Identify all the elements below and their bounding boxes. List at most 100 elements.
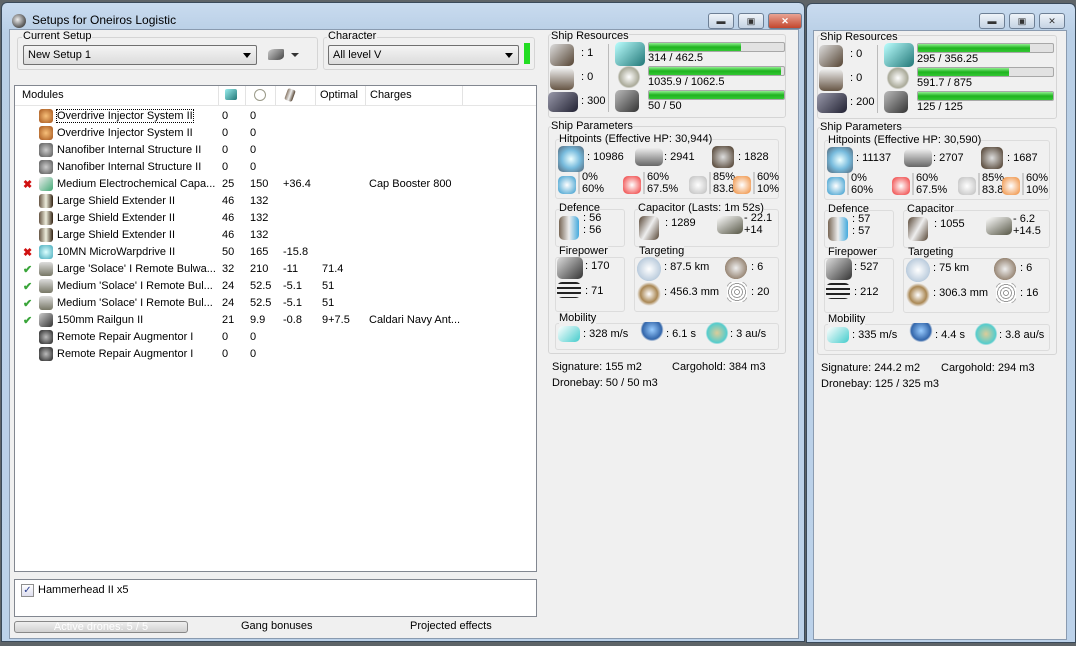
hitpoints-title: Hitpoints (Effective HP: 30,944) xyxy=(559,133,713,145)
mobility-warp: : 3.8 au/s xyxy=(999,329,1045,341)
module-offline-icon[interactable]: ✖ xyxy=(23,246,32,259)
cpu-value: 314 / 462.5 xyxy=(648,52,704,64)
module-offline-icon[interactable]: ✖ xyxy=(23,178,32,191)
column-header-optimal[interactable]: Optimal xyxy=(316,86,366,105)
column-header-charges[interactable]: Charges xyxy=(366,86,463,105)
module-row[interactable]: ✔ Medium 'Solace' I Remote Bul... 24 52.5 -5… xyxy=(15,295,536,312)
resist-divider xyxy=(578,172,580,194)
module-capacitor: -5.1 xyxy=(283,297,302,309)
resources-divider xyxy=(608,44,609,112)
module-active-icon[interactable]: ✔ xyxy=(23,314,32,327)
targeting-title: Targeting xyxy=(639,245,685,257)
mobility-warp: : 3 au/s xyxy=(730,328,767,340)
module-powergrid: 0 xyxy=(250,127,257,139)
resist-divider xyxy=(912,173,914,195)
capacitor-icon xyxy=(284,87,296,103)
cpu-icon xyxy=(225,89,237,100)
em-resist-shield: 0% xyxy=(582,171,598,183)
gang-bonuses-tab[interactable]: Gang bonuses xyxy=(241,620,313,632)
turret-icon xyxy=(819,45,843,67)
capacitor-amount: : 1055 xyxy=(934,218,965,230)
max-targets: : 6 xyxy=(1020,262,1033,274)
capacitor-use: - 22.1 xyxy=(744,212,773,224)
module-row[interactable]: Remote Repair Augmentor I 0 0 xyxy=(15,346,536,363)
resist-divider xyxy=(643,172,645,194)
module-active-icon[interactable]: ✔ xyxy=(23,263,32,276)
cap-recharge-icon xyxy=(717,216,743,234)
shield-hp-icon xyxy=(558,146,584,172)
column-header-cpu[interactable] xyxy=(219,86,246,105)
character-status-indicator xyxy=(524,43,530,64)
module-row[interactable]: Nanofiber Internal Structure II 0 0 xyxy=(15,159,536,176)
column-header-modules[interactable]: Modules xyxy=(18,86,219,105)
module-row[interactable]: Overdrive Injector System II 0 0 xyxy=(15,125,536,142)
thermal-resist-icon xyxy=(623,176,641,194)
defence-value-b: : 57 xyxy=(852,225,871,237)
compare-minimize-button[interactable]: ▬ xyxy=(979,13,1005,29)
defence-value-a: : 56 xyxy=(583,212,602,224)
sensor-strength-icon xyxy=(996,283,1016,303)
module-cpu: 0 xyxy=(222,144,229,156)
modules-list[interactable]: Modules Optimal Charges Overdrive Inject… xyxy=(14,85,537,572)
module-cpu: 46 xyxy=(222,195,235,207)
minimize-button[interactable]: ▬ xyxy=(708,13,734,29)
align-time-icon xyxy=(908,323,934,345)
character-select[interactable]: All level V xyxy=(328,45,519,65)
drone-label: Hammerhead II x5 xyxy=(38,584,129,596)
module-active-icon[interactable]: ✔ xyxy=(23,297,32,310)
remote-armor-icon xyxy=(39,262,53,276)
module-row[interactable]: Remote Repair Augmentor I 0 0 xyxy=(15,329,536,346)
module-cpu: 25 xyxy=(222,178,235,190)
module-name: Remote Repair Augmentor I xyxy=(57,331,194,343)
module-row[interactable]: Large Shield Extender II 46 132 xyxy=(15,227,536,244)
module-row[interactable]: ✔ Large 'Solace' I Remote Bulwa... 32 210 -1… xyxy=(15,261,536,278)
module-powergrid: 165 xyxy=(250,246,269,258)
module-row[interactable]: Large Shield Extender II 46 132 xyxy=(15,193,536,210)
ship-menu-button[interactable] xyxy=(266,47,302,63)
setup-select[interactable]: New Setup 1 xyxy=(23,45,257,65)
close-button[interactable]: ✕ xyxy=(768,13,802,29)
module-row[interactable]: Nanofiber Internal Structure II 0 0 xyxy=(15,142,536,159)
kinetic-resist-shield: 85% xyxy=(982,172,1005,184)
drone-checkbox[interactable]: ✓ xyxy=(21,584,34,597)
targeting-range: : 87.5 km xyxy=(664,261,710,273)
explosive-resist-icon xyxy=(1002,177,1020,195)
ship-resources-title: Ship Resources xyxy=(820,31,898,43)
column-header-capacitor[interactable] xyxy=(276,86,316,105)
column-header-powergrid[interactable] xyxy=(246,86,276,105)
active-drones-bar: Active drones: 5 / 5 xyxy=(14,621,188,633)
dps-icon xyxy=(557,257,583,279)
compare-close-button[interactable]: ✕ xyxy=(1039,13,1065,29)
projected-effects-tab[interactable]: Projected effects xyxy=(410,620,492,632)
module-row[interactable]: ✖ Medium Electrochemical Capa... 25 150 +36.… xyxy=(15,176,536,193)
compare-maximize-button[interactable]: ▣ xyxy=(1009,13,1035,29)
module-powergrid: 52.5 xyxy=(250,280,272,292)
thermal-resist-shield: 60% xyxy=(647,171,670,183)
drones-list[interactable]: ✓ Hammerhead II x5 xyxy=(14,579,537,617)
module-row[interactable]: Large Shield Extender II 46 132 xyxy=(15,210,536,227)
shield-extender-icon xyxy=(39,194,53,208)
module-capacitor: -15.8 xyxy=(283,246,309,258)
module-powergrid: 132 xyxy=(250,229,269,241)
module-row[interactable]: ✖ 10MN MicroWarpdrive II 50 165 -15.8 xyxy=(15,244,536,261)
powergrid-value: 1035.9 / 1062.5 xyxy=(648,76,725,88)
warp-speed-icon xyxy=(705,322,729,344)
powergrid-icon xyxy=(254,89,266,101)
scan-resolution-icon xyxy=(637,282,661,306)
module-row[interactable]: ✔ Medium 'Solace' I Remote Bul... 24 52.5 -5… xyxy=(15,278,536,295)
module-row[interactable]: ✔ 150mm Railgun II 21 9.9 -0.8 9+7.5 Caldari N… xyxy=(15,312,536,329)
armor-hp-icon xyxy=(635,148,663,166)
firepower-title: Firepower xyxy=(828,246,877,258)
mobility-speed: : 328 m/s xyxy=(583,328,629,340)
module-row[interactable]: Overdrive Injector System II 0 0 xyxy=(15,108,536,125)
drone-bay-bar xyxy=(917,91,1054,101)
module-cpu: 46 xyxy=(222,212,235,224)
cargohold: Cargohold: 384 m3 xyxy=(672,361,766,373)
thermal-resist-shield: 60% xyxy=(916,172,939,184)
em-resist-icon xyxy=(827,177,845,195)
module-active-icon[interactable]: ✔ xyxy=(23,280,32,293)
cpu-bar xyxy=(917,43,1054,53)
maximize-button[interactable]: ▣ xyxy=(738,13,764,29)
remote-armor-icon xyxy=(39,296,53,310)
nanofiber-icon xyxy=(39,143,53,157)
